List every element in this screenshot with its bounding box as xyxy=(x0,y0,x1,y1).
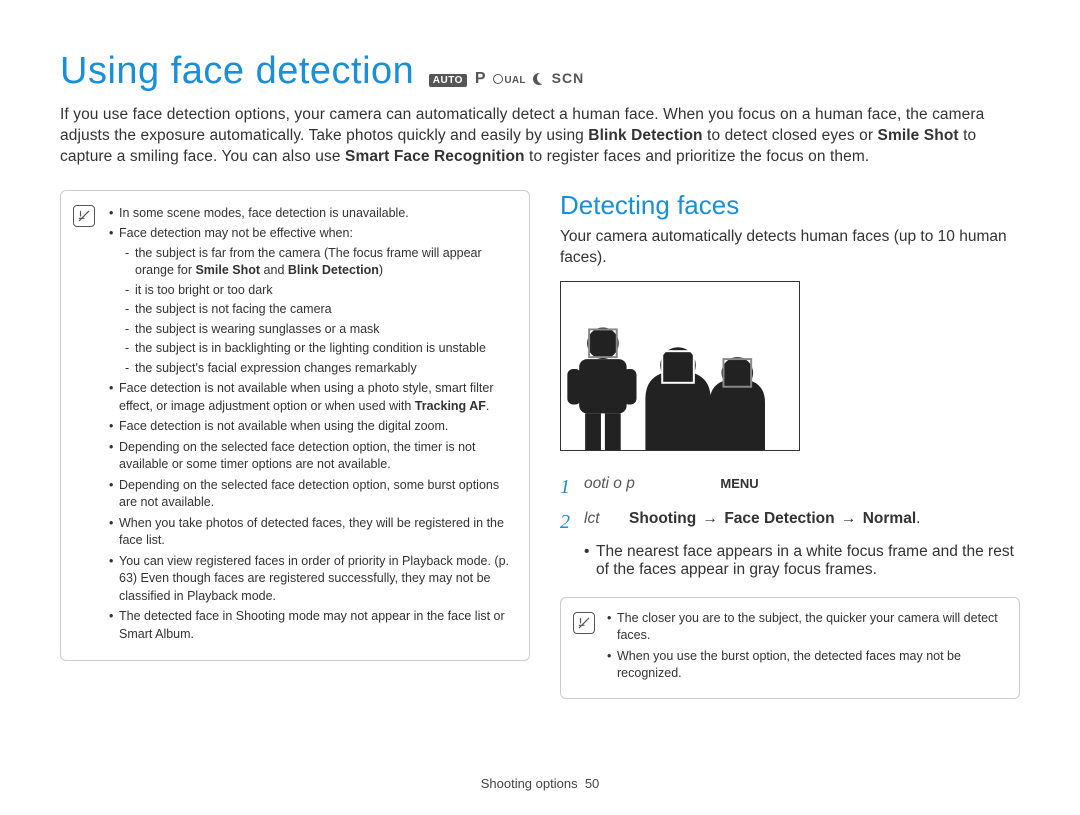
step-sub-bullet: The nearest face appears in a white focu… xyxy=(584,543,1020,579)
step-number: 1 xyxy=(560,473,584,502)
dual-mode-label: UAL xyxy=(504,75,525,86)
note-item: Depending on the selected face detection… xyxy=(109,439,511,474)
note-subitem: the subject is in backlighting or the li… xyxy=(125,340,511,358)
step-body: ooti o p MENU xyxy=(584,473,1020,502)
note-item: Depending on the selected face detection… xyxy=(109,477,511,512)
face-detection-preview xyxy=(560,281,800,451)
right-note-box: The closer you are to the subject, the q… xyxy=(560,597,1020,699)
note-subitem: the subject is not facing the camera xyxy=(125,301,511,319)
dual-mode-icon xyxy=(493,74,503,84)
left-note-box: In some scene modes, face detection is u… xyxy=(60,190,530,662)
note-subitem: the subject is far from the camera (The … xyxy=(125,245,511,280)
page-footer: Shooting options 50 xyxy=(0,776,1080,791)
note-item: Face detection is not available when usi… xyxy=(109,380,511,415)
page-title: Using face detection xyxy=(60,50,414,93)
section-heading: Detecting faces xyxy=(560,190,1020,221)
note-item: Face detection may not be effective when… xyxy=(109,225,511,377)
step-body: lct Shooting → Face Detection → Normal. xyxy=(584,508,1020,537)
note-item: In some scene modes, face detection is u… xyxy=(109,205,511,223)
note-item: When you use the burst option, the detec… xyxy=(607,648,1003,683)
mode-icons: AUTO P UAL SCN xyxy=(429,70,584,88)
note-icon xyxy=(573,612,595,634)
intro-paragraph: If you use face detection options, your … xyxy=(60,105,1020,168)
note-item: The detected face in Shooting mode may n… xyxy=(109,608,511,643)
auto-mode-icon: AUTO xyxy=(429,74,467,87)
note-item: The closer you are to the subject, the q… xyxy=(607,610,1003,645)
p-mode-icon: P xyxy=(475,70,486,87)
scn-mode-icon: SCN xyxy=(552,70,585,86)
note-item: When you take photos of detected faces, … xyxy=(109,515,511,550)
step-number: 2 xyxy=(560,508,584,537)
note-item: You can view registered faces in order o… xyxy=(109,553,511,606)
night-mode-icon xyxy=(533,73,545,85)
section-description: Your camera automatically detects human … xyxy=(560,227,1020,269)
note-subitem: the subject is wearing sunglasses or a m… xyxy=(125,321,511,339)
note-subitem: it is too bright or too dark xyxy=(125,282,511,300)
note-item: Face detection is not available when usi… xyxy=(109,418,511,436)
note-subitem: the subject's facial expression changes … xyxy=(125,360,511,378)
steps-list: 1 ooti o p MENU 2 lct Shooting → Face De… xyxy=(560,473,1020,579)
note-icon xyxy=(73,205,95,227)
